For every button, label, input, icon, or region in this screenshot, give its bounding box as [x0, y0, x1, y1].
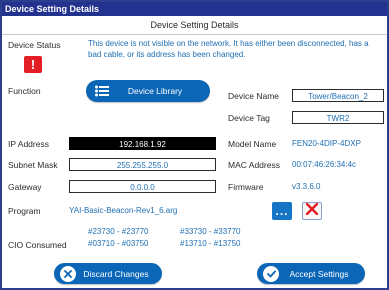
close-circle-icon [60, 265, 76, 282]
subnet-mask-label: Subnet Mask [8, 160, 58, 170]
device-library-button[interactable]: Device Library [86, 80, 210, 102]
ip-address-field[interactable]: 192.168.1.92 [69, 137, 216, 150]
firmware-value: v3.3.6.0 [292, 182, 321, 191]
device-name-label: Device Name [228, 91, 280, 101]
device-library-label: Device Library [127, 86, 183, 96]
status-message: This device is not visible on the networ… [88, 39, 369, 59]
mac-address-label: MAC Address [228, 160, 280, 170]
gateway-field[interactable]: 0.0.0.0 [69, 180, 216, 193]
list-icon [95, 85, 109, 97]
device-tag-field[interactable]: TWR2 [292, 111, 384, 124]
dialog-header: Device Setting Details [2, 16, 387, 35]
program-label: Program [8, 206, 41, 216]
red-x-icon [305, 202, 319, 220]
accept-settings-button[interactable]: Accept Settings [257, 263, 365, 284]
cio-range-1: #23730 - #23770 [88, 227, 149, 236]
window-title: Device Setting Details [2, 2, 387, 16]
discard-changes-label: Discard Changes [83, 268, 149, 279]
firmware-label: Firmware [228, 182, 264, 192]
model-name-value: FEN20-4DIP-4DXP [292, 139, 361, 148]
mac-address-value: 00:07:46:26:34:4c [292, 160, 357, 169]
browse-program-button[interactable]: ... [272, 202, 292, 220]
program-value: YAI-Basic-Beacon-Rev1_6.arg [69, 206, 178, 215]
cio-range-3: #03710 - #03750 [88, 239, 149, 248]
device-status-label: Device Status [8, 40, 61, 50]
cio-range-4: #13710 - #13750 [180, 239, 241, 248]
device-settings-window: Device Setting Details Device Setting De… [0, 0, 389, 290]
check-circle-icon [263, 265, 279, 282]
model-name-label: Model Name [228, 139, 277, 149]
device-tag-label: Device Tag [228, 113, 270, 123]
alert-icon: ! [24, 56, 42, 73]
cio-range-2: #33730 - #33770 [180, 227, 241, 236]
cio-consumed-label: CIO Consumed [8, 240, 67, 250]
subnet-mask-field[interactable]: 255.255.255.0 [69, 158, 216, 171]
gateway-label: Gateway [8, 182, 42, 192]
ip-address-label: IP Address [8, 139, 49, 149]
accept-settings-label: Accept Settings [289, 268, 349, 279]
device-name-field[interactable]: Tower/Beacon_2 [292, 89, 384, 102]
discard-changes-button[interactable]: Discard Changes [54, 263, 162, 284]
function-label: Function [8, 86, 41, 96]
clear-program-button[interactable] [302, 202, 322, 220]
